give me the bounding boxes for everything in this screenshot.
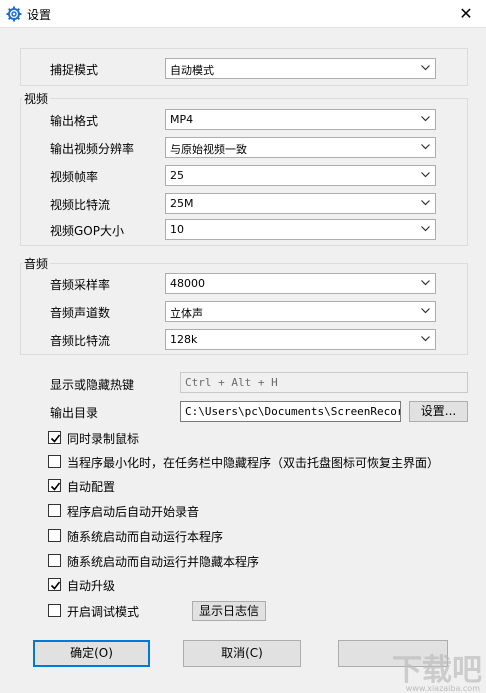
checkbox-label: 自动升级 xyxy=(67,579,116,593)
output-dir-field[interactable]: C:\Users\pc\Documents\ScreenRecorder xyxy=(180,401,401,422)
video-framerate-label: 视频帧率 xyxy=(50,170,99,184)
close-icon: ✕ xyxy=(459,4,473,23)
cancel-button[interactable]: 取消(C) xyxy=(183,640,301,667)
gear-icon xyxy=(6,6,22,22)
close-button[interactable]: ✕ xyxy=(446,0,486,28)
video-gop-select[interactable]: 10 xyxy=(165,219,436,240)
checkbox-label: 自动配置 xyxy=(67,480,116,494)
output-format-value: MP4 xyxy=(170,113,194,126)
browse-button[interactable]: 设置... xyxy=(409,401,468,422)
video-bitrate-select[interactable]: 25M xyxy=(165,193,436,214)
audio-channels-value: 立体声 xyxy=(170,307,203,320)
chevron-down-icon xyxy=(421,144,430,150)
chevron-down-icon xyxy=(421,172,430,178)
window-title: 设置 xyxy=(27,8,52,22)
audio-samplerate-value: 48000 xyxy=(170,277,205,290)
watermark-url: www.xiazaiba.com xyxy=(405,684,480,693)
video-gop-label: 视频GOP大小 xyxy=(50,224,124,238)
check-icon xyxy=(50,581,61,590)
hotkey-field[interactable]: Ctrl + Alt + H xyxy=(180,372,468,393)
check-icon xyxy=(50,482,61,491)
video-gop-value: 10 xyxy=(170,223,184,236)
video-bitrate-label: 视频比特流 xyxy=(50,198,111,212)
checkbox[interactable] xyxy=(48,604,61,617)
show-log-button[interactable]: 显示日志信 xyxy=(192,601,266,621)
watermark-logo: 下载吧 xyxy=(392,653,482,688)
checkbox[interactable] xyxy=(48,479,61,492)
checkbox-label: 随系统启动而自动运行并隐藏本程序 xyxy=(67,555,260,569)
hotkey-label: 显示或隐藏热键 xyxy=(50,378,135,392)
video-group-title: 视频 xyxy=(22,90,51,107)
video-framerate-value: 25 xyxy=(170,169,184,182)
check-icon xyxy=(50,434,61,443)
audio-samplerate-select[interactable]: 48000 xyxy=(165,273,436,294)
audio-group-title: 音频 xyxy=(22,255,51,272)
audio-bitrate-select[interactable]: 128k xyxy=(165,329,436,350)
audio-channels-label: 音频声道数 xyxy=(50,306,111,320)
audio-samplerate-label: 音频采样率 xyxy=(50,278,111,292)
output-format-label: 输出格式 xyxy=(50,114,99,128)
video-resolution-select[interactable]: 与原始视频一致 xyxy=(165,137,436,158)
video-resolution-label: 输出视频分辨率 xyxy=(50,142,135,156)
output-format-select[interactable]: MP4 xyxy=(165,109,436,130)
capture-mode-select[interactable]: 自动模式 xyxy=(165,58,436,79)
checkbox[interactable] xyxy=(48,455,61,468)
chevron-down-icon xyxy=(421,226,430,232)
checkbox[interactable] xyxy=(48,554,61,567)
video-resolution-value: 与原始视频一致 xyxy=(170,143,247,156)
audio-bitrate-label: 音频比特流 xyxy=(50,334,111,348)
title-bar: 设置 ✕ xyxy=(0,0,486,28)
video-bitrate-value: 25M xyxy=(170,197,194,210)
checkbox-label: 同时录制鼠标 xyxy=(67,432,140,446)
capture-mode-label: 捕捉模式 xyxy=(50,63,99,77)
chevron-down-icon xyxy=(421,65,430,71)
checkbox-label: 随系统启动而自动运行本程序 xyxy=(67,530,224,544)
capture-mode-value: 自动模式 xyxy=(170,64,214,77)
ok-button[interactable]: 确定(O) xyxy=(33,640,150,667)
checkbox[interactable] xyxy=(48,578,61,591)
audio-bitrate-value: 128k xyxy=(170,333,198,346)
checkbox-label: 开启调试模式 xyxy=(67,605,140,619)
chevron-down-icon xyxy=(421,200,430,206)
chevron-down-icon xyxy=(421,308,430,314)
video-framerate-select[interactable]: 25 xyxy=(165,165,436,186)
checkbox[interactable] xyxy=(48,504,61,517)
output-dir-label: 输出目录 xyxy=(50,406,99,420)
checkbox[interactable] xyxy=(48,529,61,542)
audio-channels-select[interactable]: 立体声 xyxy=(165,301,436,322)
chevron-down-icon xyxy=(421,280,430,286)
chevron-down-icon xyxy=(421,336,430,342)
checkbox-label: 当程序最小化时，在任务栏中隐藏程序（双击托盘图标可恢复主界面） xyxy=(67,456,440,470)
checkbox-label: 程序启动后自动开始录音 xyxy=(67,505,200,519)
checkbox[interactable] xyxy=(48,431,61,444)
chevron-down-icon xyxy=(421,116,430,122)
